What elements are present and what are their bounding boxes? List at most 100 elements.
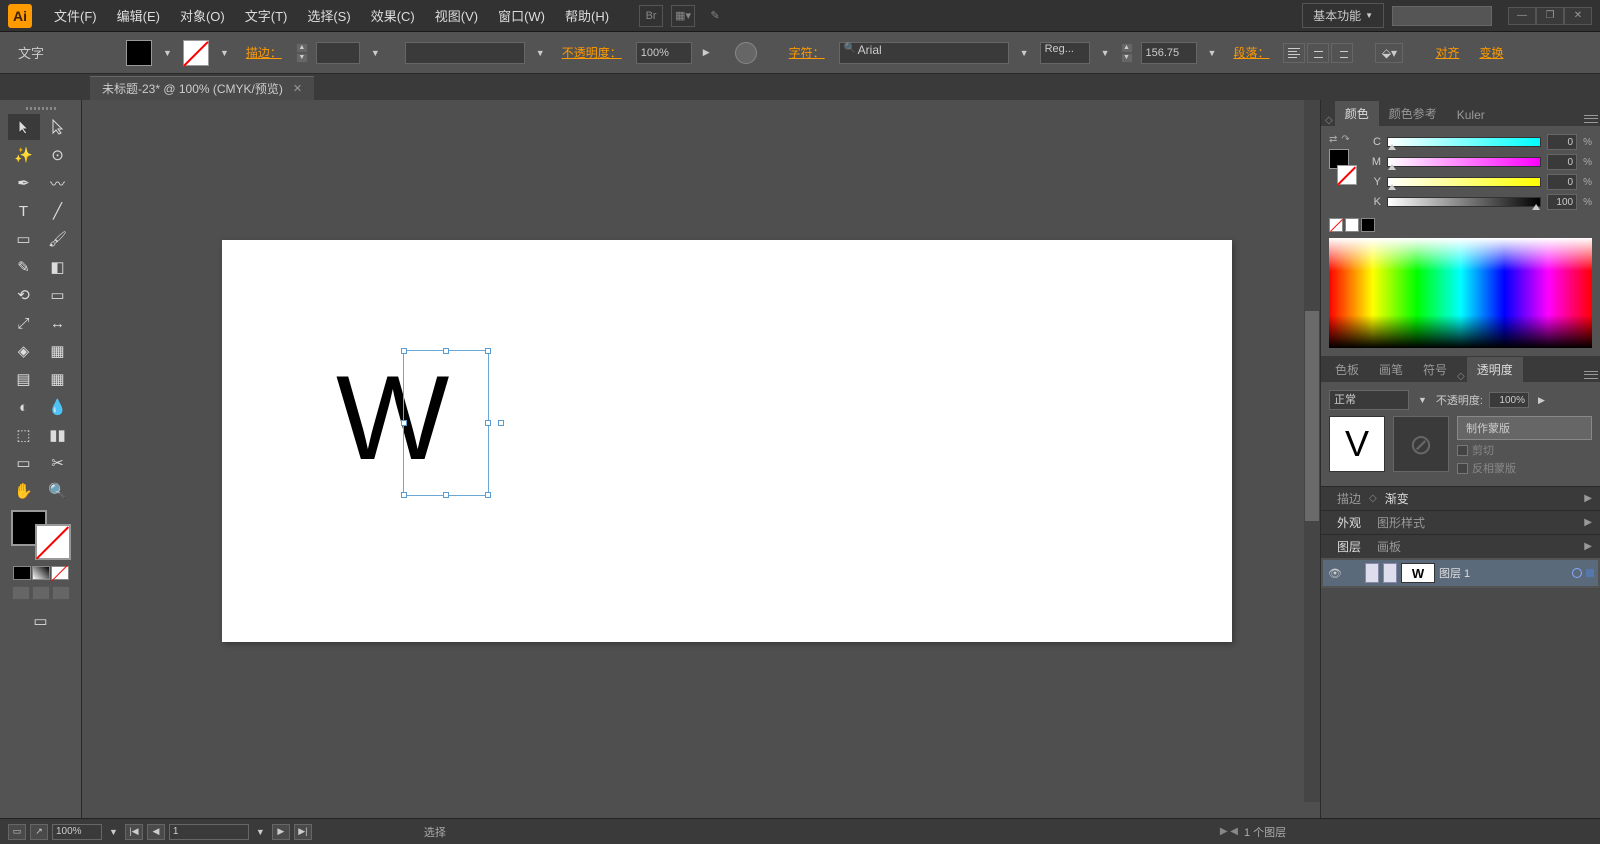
canvas-area[interactable]: W	[82, 100, 1320, 818]
type-tool[interactable]: T	[8, 198, 40, 224]
opacity-input[interactable]	[636, 42, 692, 64]
menu-select[interactable]: 选择(S)	[297, 6, 360, 25]
none-swatch[interactable]	[1329, 218, 1343, 232]
tab-transparency[interactable]: 透明度	[1467, 357, 1523, 382]
paragraph-link[interactable]: 段落：	[1227, 44, 1275, 61]
pencil-tool[interactable]: ✎	[8, 254, 40, 280]
zoom-input[interactable]	[52, 824, 102, 840]
window-close[interactable]: ✕	[1564, 7, 1592, 25]
nav-prev[interactable]: ◀	[147, 824, 165, 840]
para-align-right[interactable]	[1331, 43, 1353, 63]
tab-color[interactable]: 颜色	[1335, 101, 1379, 126]
pen-tool[interactable]: ✒	[8, 170, 40, 196]
opacity-drop[interactable]: ▶	[700, 47, 713, 58]
blend-drop[interactable]: ▼	[1415, 395, 1430, 405]
appearance-panel-header[interactable]: 外观 图形样式 ▶	[1321, 510, 1600, 534]
character-link[interactable]: 字符：	[783, 44, 831, 61]
screen-mode-toggle[interactable]: ▭	[25, 608, 57, 634]
handle-mid-right[interactable]	[485, 420, 491, 426]
mask-thumbnail[interactable]: ⊘	[1393, 416, 1449, 472]
m-slider[interactable]	[1387, 157, 1541, 167]
make-mask-button[interactable]: 制作蒙版	[1457, 416, 1592, 440]
k-slider[interactable]	[1387, 197, 1541, 207]
gpu-icon[interactable]: ✎	[703, 5, 727, 27]
tab-appearance[interactable]: 外观	[1329, 514, 1369, 531]
recolor-button[interactable]	[735, 42, 757, 64]
default-color-icon[interactable]: ↷	[1341, 134, 1349, 145]
m-value[interactable]	[1547, 154, 1577, 170]
tab-kuler[interactable]: Kuler	[1447, 104, 1495, 126]
sb-icon2[interactable]: ↗	[30, 824, 48, 840]
menu-view[interactable]: 视图(V)	[425, 6, 488, 25]
arrange-docs-icon[interactable]: ▦▾	[671, 5, 695, 27]
scroll-thumb[interactable]	[1305, 311, 1319, 522]
slice-tool[interactable]: ✂	[42, 450, 74, 476]
lasso-tool[interactable]: ⊙	[42, 142, 74, 168]
font-size-drop[interactable]: ▼	[1205, 48, 1220, 58]
toolbox-grip[interactable]	[2, 104, 79, 112]
object-thumbnail[interactable]: V	[1329, 416, 1385, 472]
paintbrush-tool[interactable]: 🖌	[42, 226, 74, 252]
tab-gradient[interactable]: 渐变	[1377, 490, 1417, 507]
handle-extension[interactable]	[498, 420, 504, 426]
menu-type[interactable]: 文字(T)	[235, 6, 298, 25]
handle-top-right[interactable]	[485, 348, 491, 354]
para-align-left[interactable]	[1283, 43, 1305, 63]
rotate-tool[interactable]: ⟲	[8, 282, 40, 308]
handle-mid-left[interactable]	[401, 420, 407, 426]
trans-panel-menu[interactable]	[1582, 368, 1600, 382]
menu-file[interactable]: 文件(F)	[44, 6, 107, 25]
hand-tool[interactable]: ✋	[8, 478, 40, 504]
menu-edit[interactable]: 编辑(E)	[107, 6, 170, 25]
swap-color-icon[interactable]: ⇄	[1329, 134, 1337, 145]
handle-top-mid[interactable]	[443, 348, 449, 354]
black-swatch[interactable]	[1361, 218, 1375, 232]
artboard-drop[interactable]: ▼	[253, 827, 268, 837]
invert-checkbox[interactable]	[1457, 463, 1468, 474]
opacity-value-input[interactable]	[1489, 392, 1529, 408]
perspective-grid-tool[interactable]: ▤	[8, 366, 40, 392]
font-size-input[interactable]	[1141, 42, 1197, 64]
layer-row[interactable]: 👁 W 图层 1	[1323, 560, 1598, 586]
stroke-weight-drop[interactable]: ▼	[368, 48, 383, 58]
layer-name[interactable]: 图层 1	[1439, 565, 1568, 581]
tab-brushes[interactable]: 画笔	[1369, 357, 1413, 382]
window-minimize[interactable]: —	[1508, 7, 1536, 25]
font-style-select[interactable]: Reg...	[1040, 42, 1090, 64]
font-size-stepper[interactable]: ▲▼	[1121, 43, 1133, 63]
blend-mode-select[interactable]: 正常	[1329, 390, 1409, 410]
expand-icon-2[interactable]: ▶	[1584, 517, 1592, 528]
stroke-weight-stepper[interactable]: ▲▼	[296, 43, 308, 63]
workspace-switcher[interactable]: 基本功能▼	[1302, 3, 1384, 28]
color-spectrum[interactable]	[1329, 238, 1592, 348]
menu-object[interactable]: 对象(O)	[170, 6, 235, 25]
free-transform-tool[interactable]: ◈	[8, 338, 40, 364]
stroke-color-box[interactable]	[35, 524, 71, 560]
tab-swatches[interactable]: 色板	[1325, 357, 1369, 382]
expand-icon[interactable]: ▶	[1584, 493, 1592, 504]
scale-tool[interactable]: ⤢	[8, 310, 40, 336]
white-swatch[interactable]	[1345, 218, 1359, 232]
gradient-tool[interactable]: ◐	[8, 394, 40, 420]
screen-mode-1[interactable]	[12, 586, 30, 600]
selection-tool[interactable]	[8, 114, 40, 140]
column-graph-tool[interactable]: ▮▮	[42, 422, 74, 448]
color-panel-preview[interactable]	[1329, 149, 1357, 185]
color-panel-menu[interactable]	[1582, 112, 1600, 126]
c-slider[interactable]	[1387, 137, 1541, 147]
shape-builder-tool[interactable]: ▦	[42, 338, 74, 364]
stroke-link[interactable]: 描边：	[240, 44, 288, 61]
width-tool[interactable]: ↔	[42, 310, 74, 336]
c-value[interactable]	[1547, 134, 1577, 150]
zoom-drop[interactable]: ▼	[106, 827, 121, 837]
document-tab[interactable]: 未标题-23* @ 100% (CMYK/预览) ✕	[90, 76, 314, 100]
align-link[interactable]: 对齐	[1429, 44, 1465, 61]
stroke-color-swatch[interactable]	[183, 40, 209, 66]
font-family-drop[interactable]: ▼	[1017, 48, 1032, 58]
tab-close-icon[interactable]: ✕	[293, 82, 302, 95]
zoom-tool[interactable]: 🔍	[42, 478, 74, 504]
search-input[interactable]	[1392, 6, 1492, 26]
menu-effect[interactable]: 效果(C)	[361, 6, 425, 25]
layer-visibility-icon[interactable]: 👁	[1327, 565, 1343, 581]
rectangle-tool[interactable]: ▭	[8, 226, 40, 252]
